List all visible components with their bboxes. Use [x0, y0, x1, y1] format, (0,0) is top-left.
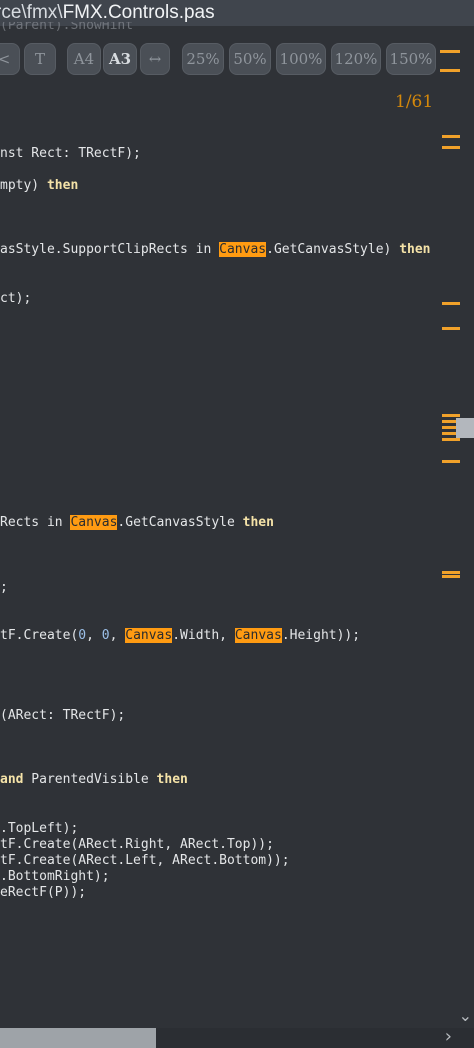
- search-highlight: Canvas: [219, 242, 267, 257]
- ruler-mark: [442, 146, 460, 149]
- code-line: and ParentedVisible then: [0, 772, 188, 787]
- zoom-50-button[interactable]: 50%: [229, 43, 271, 75]
- title-path: rce\fmx\: [0, 2, 63, 23]
- ruler-mark: [442, 460, 460, 463]
- scroll-down-icon[interactable]: ⌄: [459, 1006, 472, 1025]
- ruler-mark: [442, 414, 460, 417]
- code-line: nst Rect: TRectF);: [0, 146, 141, 161]
- zoom-25-button[interactable]: 25%: [182, 43, 224, 75]
- keyword: then: [399, 242, 431, 257]
- ruler-mark: [440, 69, 460, 72]
- ruler-mark: [442, 135, 460, 138]
- search-highlight: Canvas: [125, 628, 173, 643]
- share-button[interactable]: <: [0, 43, 20, 75]
- code-line: Rects in Canvas.GetCanvasStyle then: [0, 515, 274, 530]
- keyword: then: [46, 178, 79, 193]
- horizontal-scrollbar[interactable]: ›: [0, 1026, 474, 1048]
- code-line: tF.Create(0, 0, Canvas.Width, Canvas.Hei…: [0, 628, 361, 643]
- search-highlight: Canvas: [70, 515, 118, 530]
- ruler-mark: [440, 50, 460, 53]
- page-indicator: 1/61: [395, 92, 434, 112]
- page-a3-button[interactable]: A3: [103, 43, 137, 75]
- ruler-mark: [442, 571, 460, 574]
- keyword: then: [242, 515, 274, 530]
- page-a4-button[interactable]: A4: [67, 43, 101, 75]
- ruler-mark: [442, 575, 460, 578]
- vertical-scrollbar-thumb[interactable]: [456, 418, 474, 438]
- title-filename: FMX.Controls.pas: [62, 2, 215, 23]
- ruler-mark: [442, 327, 460, 330]
- fit-width-button[interactable]: ↔: [140, 43, 170, 75]
- zoom-150-button[interactable]: 150%: [386, 43, 436, 75]
- zoom-100-button[interactable]: 100%: [276, 43, 326, 75]
- partial-code-line: (Parent).ShowHint: [0, 22, 134, 33]
- keyword: and: [0, 772, 24, 787]
- scroll-right-icon[interactable]: ›: [445, 1026, 452, 1047]
- code-line: eRectF(P));: [0, 885, 87, 900]
- horizontal-scrollbar-thumb[interactable]: [0, 1028, 156, 1048]
- toolbar: < T A4 A3 ↔ 25% 50% 100% 120% 150%: [0, 43, 440, 77]
- zoom-120-button[interactable]: 120%: [331, 43, 381, 75]
- fit-width-icon: ↔: [148, 50, 162, 68]
- search-overview-ruler[interactable]: [440, 0, 474, 1030]
- code-line: mpty) then: [0, 178, 79, 193]
- ruler-mark: [442, 438, 460, 441]
- ruler-mark: [442, 302, 460, 305]
- code-line: asStyle.SupportClipRects in Canvas.GetCa…: [0, 242, 431, 257]
- share-icon: <: [0, 50, 11, 68]
- search-highlight: Canvas: [234, 628, 282, 643]
- keyword: then: [156, 772, 188, 787]
- code-line: (ARect: TRectF);: [0, 708, 126, 723]
- code-line: ;: [0, 580, 8, 595]
- text-mode-button[interactable]: T: [24, 43, 56, 75]
- code-line: ct);: [0, 291, 32, 306]
